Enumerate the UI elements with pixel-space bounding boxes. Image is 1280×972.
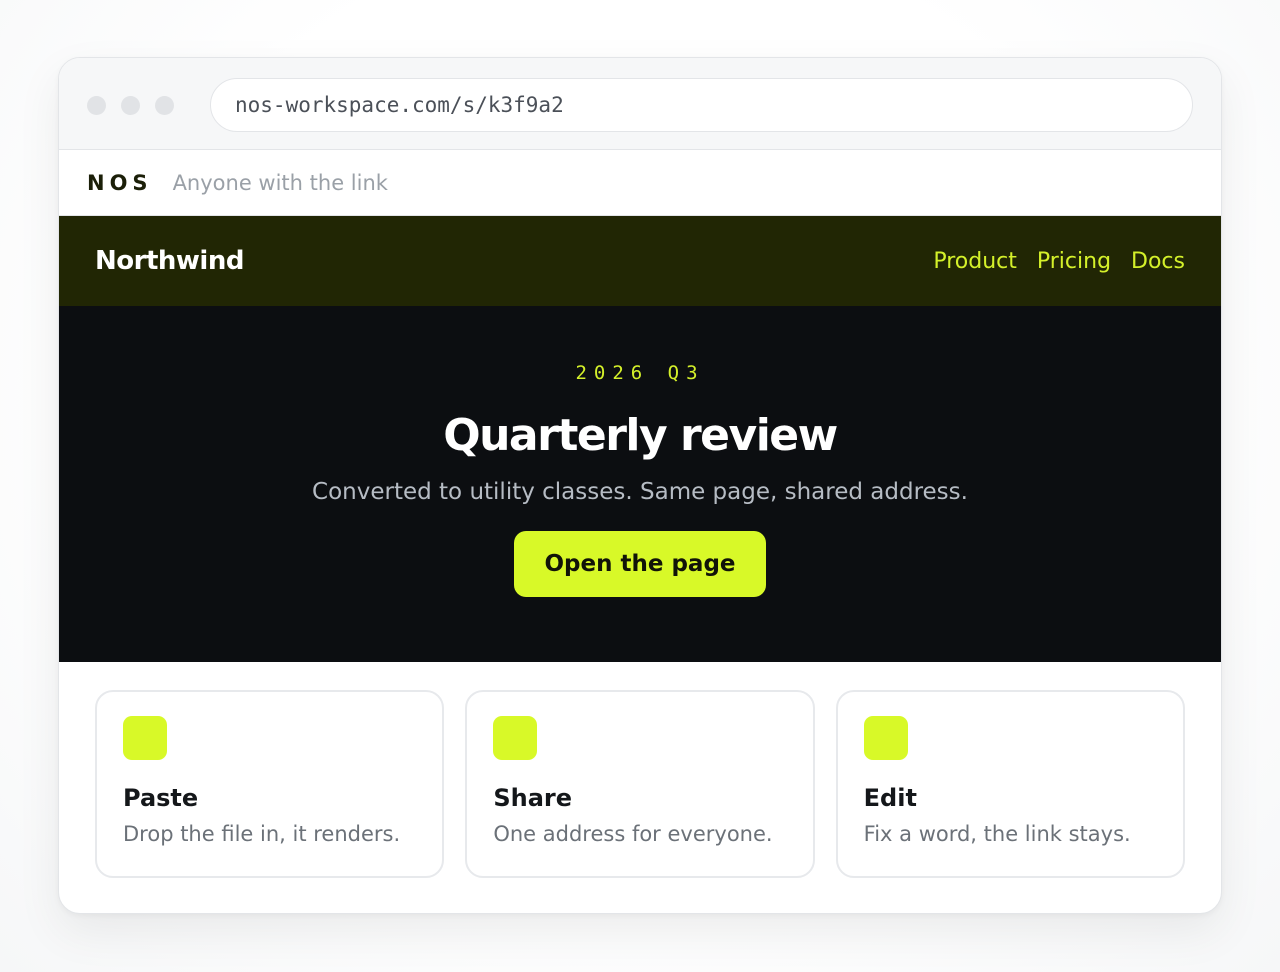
feature-cards: Paste Drop the file in, it renders. Shar…: [59, 662, 1221, 878]
paste-icon: [123, 716, 167, 760]
feature-title: Paste: [123, 784, 199, 812]
feature-title: Edit: [863, 784, 917, 812]
site-brand[interactable]: Northwind: [95, 246, 244, 276]
address-bar[interactable]: nos-workspace.com/s/k3f9a2: [210, 78, 1193, 132]
address-bar-url: nos-workspace.com/s/k3f9a2: [235, 93, 564, 117]
nos-logo: NOS: [87, 170, 153, 195]
hero-subtitle: Converted to utility classes. Same page,…: [312, 479, 968, 505]
nav-link-docs[interactable]: Docs: [1131, 249, 1185, 274]
share-icon: [493, 716, 538, 760]
feature-card-paste: Paste Drop the file in, it renders.: [95, 690, 445, 878]
hero-title: Quarterly review: [443, 410, 838, 461]
page: nos-workspace.com/s/k3f9a2 NOS Anyone wi…: [0, 0, 1280, 972]
edit-icon: [863, 716, 908, 760]
site-navbar: Northwind Product Pricing Docs: [59, 216, 1221, 306]
hero-section: 2026 Q3 Quarterly review Converted to ut…: [59, 306, 1221, 662]
feature-card-share: Share One address for everyone.: [465, 690, 815, 878]
feature-description: One address for everyone.: [493, 822, 773, 846]
feature-description: Drop the file in, it renders.: [123, 822, 401, 846]
browser-window: nos-workspace.com/s/k3f9a2 NOS Anyone wi…: [58, 57, 1222, 914]
nav-link-pricing[interactable]: Pricing: [1037, 249, 1111, 274]
feature-description: Fix a word, the link stays.: [863, 822, 1131, 846]
nav-links: Product Pricing Docs: [933, 249, 1185, 274]
browser-chrome: nos-workspace.com/s/k3f9a2: [59, 58, 1221, 150]
feature-card-edit: Edit Fix a word, the link stays.: [835, 690, 1185, 878]
nav-link-product[interactable]: Product: [933, 249, 1017, 274]
share-bar: NOS Anyone with the link: [59, 150, 1221, 216]
window-close-dot[interactable]: [87, 96, 106, 115]
window-maximize-dot[interactable]: [155, 96, 174, 115]
open-page-button[interactable]: Open the page: [514, 531, 766, 597]
share-visibility-label: Anyone with the link: [172, 170, 388, 195]
hero-eyebrow: 2026 Q3: [575, 362, 705, 384]
feature-title: Share: [493, 784, 573, 812]
window-minimize-dot[interactable]: [121, 96, 140, 115]
